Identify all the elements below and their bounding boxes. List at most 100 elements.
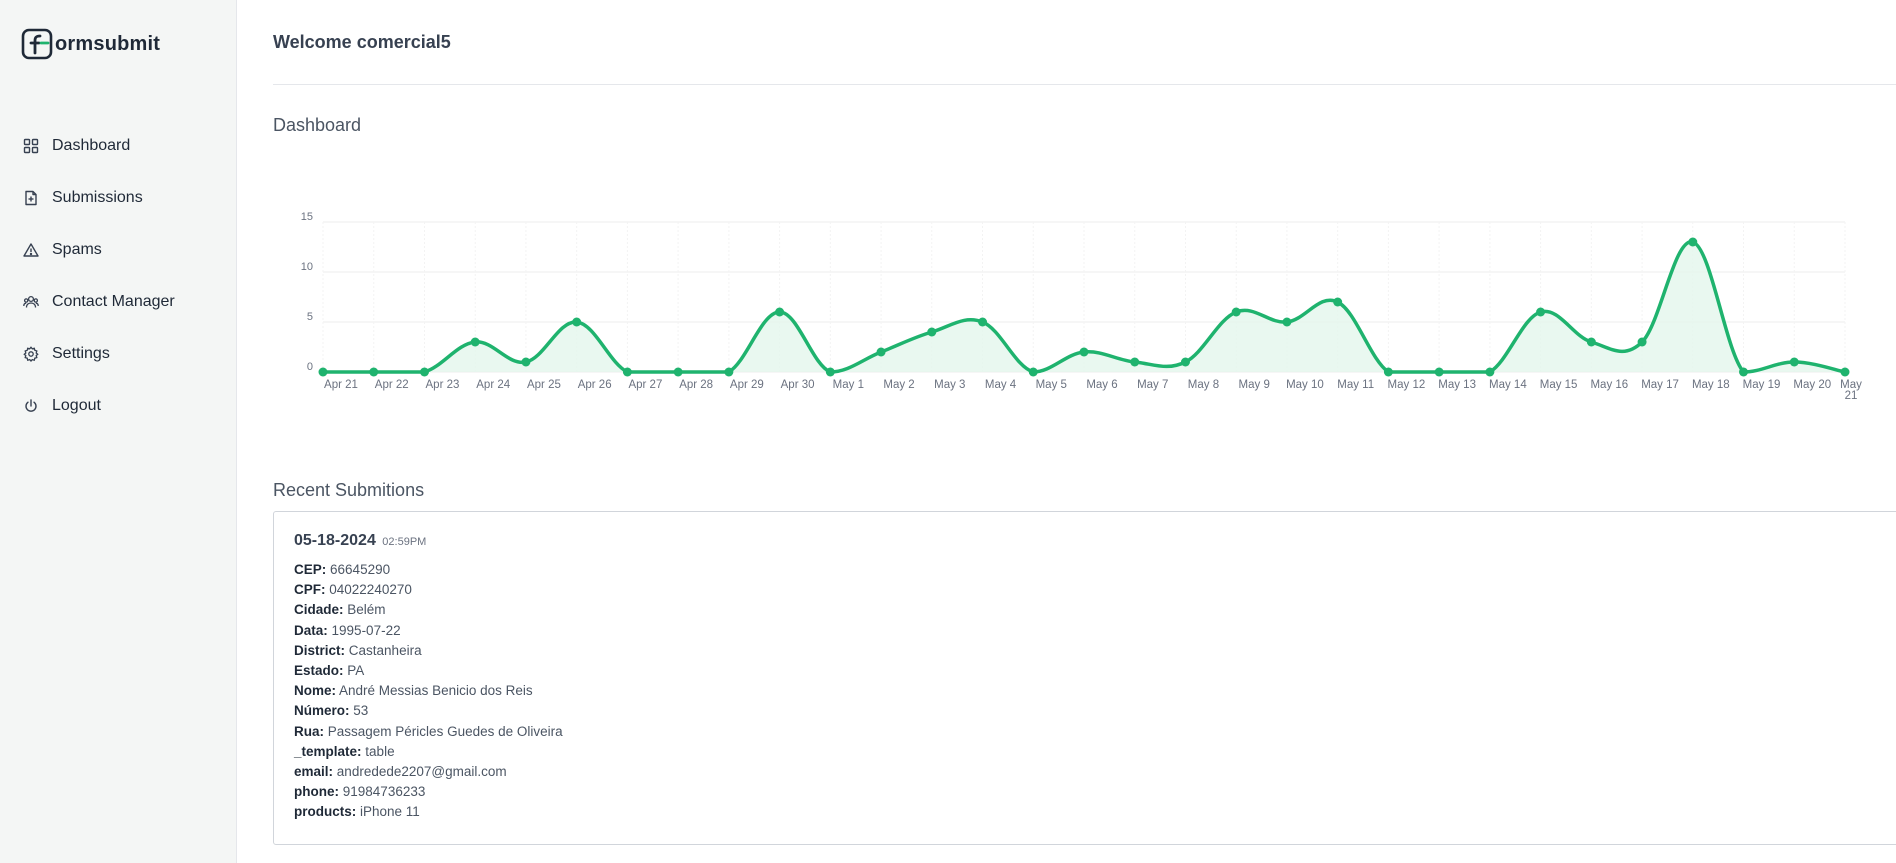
data-point <box>1536 307 1546 317</box>
x-tick-label: May 19 <box>1743 379 1781 391</box>
dashboard-title: Dashboard <box>273 115 362 135</box>
submission-time: 02:59PM <box>382 536 427 548</box>
submission-field: CEP: 66645290 <box>294 560 1879 580</box>
x-tick-label: May 21 <box>1840 379 1862 402</box>
x-tick-label: Apr 26 <box>578 379 612 391</box>
data-point <box>622 367 632 377</box>
submission-field: Rua: Passagem Péricles Guedes de Oliveir… <box>294 722 1879 742</box>
field-value: Belém <box>347 602 386 618</box>
x-tick-label: May 13 <box>1438 379 1476 391</box>
data-point <box>876 347 886 357</box>
x-tick-label: Apr 27 <box>628 379 662 391</box>
field-key: Estado: <box>294 663 344 679</box>
sidebar-item-submissions[interactable]: Submissions <box>0 172 236 224</box>
x-tick-label: May 14 <box>1489 379 1527 391</box>
field-value: Passagem Péricles Guedes de Oliveira <box>327 723 563 739</box>
x-tick-label: May 9 <box>1239 379 1270 391</box>
sidebar-item-settings[interactable]: Settings <box>0 328 236 380</box>
field-key: _template: <box>294 743 362 759</box>
field-value: Castanheira <box>348 642 422 658</box>
data-point <box>927 327 937 337</box>
data-point <box>1840 367 1850 377</box>
grid-icon <box>22 137 40 155</box>
sidebar: ormsubmit Dashboard Submissions Spams Co… <box>0 0 237 863</box>
x-tick-label: May 6 <box>1086 379 1117 391</box>
sidebar-item-label: Contact Manager <box>52 293 175 310</box>
submission-field: Nome: André Messias Benicio dos Reis <box>294 681 1879 701</box>
sidebar-item-label: Dashboard <box>52 137 131 154</box>
sidebar-item-logout[interactable]: Logout <box>0 380 236 432</box>
data-point <box>1028 367 1038 377</box>
data-point <box>1434 367 1444 377</box>
brand[interactable]: ormsubmit <box>0 0 236 64</box>
x-tick-label: Apr 24 <box>476 379 510 391</box>
submission-date-text: 05-18-2024 <box>294 532 376 549</box>
x-tick-label: Apr 22 <box>375 379 409 391</box>
recent-submissions-title: Recent Submitions <box>273 480 425 500</box>
field-value: 91984736233 <box>342 784 426 800</box>
submission-fields: CEP: 66645290 CPF: 04022240270 Cidade: Bel… <box>294 560 1879 823</box>
y-tick-label: 5 <box>307 311 313 323</box>
data-point <box>1282 317 1292 327</box>
submission-field: email: andredede2207@gmail.com <box>294 762 1879 782</box>
x-tick-label: Apr 28 <box>679 379 713 391</box>
data-point <box>1180 357 1190 367</box>
field-key: email: <box>294 764 334 780</box>
field-value: 66645290 <box>330 562 391 577</box>
x-tick-label: May 10 <box>1286 379 1324 391</box>
x-tick-label: Apr 21 <box>324 379 358 391</box>
y-tick-label: 15 <box>301 211 313 223</box>
users-icon <box>22 293 40 311</box>
data-point <box>1231 307 1241 317</box>
x-tick-label: May 5 <box>1036 379 1067 391</box>
field-key: CEP: <box>294 562 327 577</box>
field-value: 04022240270 <box>329 582 412 598</box>
x-tick-label: May 2 <box>883 379 914 391</box>
sidebar-item-dashboard[interactable]: Dashboard <box>0 120 236 172</box>
data-point <box>521 357 531 367</box>
field-key: phone: <box>294 784 339 800</box>
x-tick-label: May 20 <box>1793 379 1831 391</box>
x-tick-label: May 3 <box>934 379 965 391</box>
field-value: André Messias Benicio dos Reis <box>339 683 533 699</box>
field-value: table <box>365 743 395 759</box>
data-point <box>572 317 582 327</box>
field-key: products: <box>294 804 357 820</box>
field-key: Nome: <box>294 683 337 699</box>
data-point <box>978 317 988 327</box>
submission-field: District: Castanheira <box>294 641 1879 661</box>
submissions-chart-svg: 0 5 10 15 Apr 21 Apr 22 Apr 23 Apr 24 Apr 25 Apr … <box>301 211 1862 402</box>
data-point <box>419 367 429 377</box>
y-tick-label: 10 <box>301 261 313 273</box>
sidebar-item-spams[interactable]: Spams <box>0 224 236 276</box>
submission-field: CPF: 04022240270 <box>294 580 1879 600</box>
sidebar-item-contact-manager[interactable]: Contact Manager <box>0 276 236 328</box>
app-root: ormsubmit Dashboard Submissions Spams Co… <box>0 0 1896 863</box>
submission-card[interactable]: 05-18-2024 02:59PM CEP: 66645290 CPF: 040… <box>273 511 1896 845</box>
submission-field: phone: 91984736233 <box>294 782 1879 802</box>
data-point <box>1789 357 1799 367</box>
sidebar-item-label: Submissions <box>52 189 143 206</box>
submission-field: Cidade: Belém <box>294 600 1879 620</box>
data-point <box>470 337 480 347</box>
y-tick-label: 0 <box>307 361 313 373</box>
field-value: andredede2207@gmail.com <box>336 764 507 780</box>
field-key: Número: <box>294 703 350 719</box>
sidebar-item-label: Spams <box>52 241 102 258</box>
data-point <box>1130 357 1140 367</box>
field-value: 1995-07-22 <box>331 622 401 638</box>
submission-field: Estado: PA <box>294 661 1879 681</box>
submissions-chart: 0 5 10 15 Apr 21 Apr 22 Apr 23 Apr 24 Apr 25 Apr … <box>273 182 1896 412</box>
submission-date: 05-18-2024 02:59PM <box>294 532 1879 550</box>
field-key: Data: <box>294 622 328 638</box>
data-point <box>318 367 328 377</box>
submission-field: Data: 1995-07-22 <box>294 621 1879 641</box>
data-point <box>1079 347 1089 357</box>
main-content: Welcome comercial5 Dashboard 0 5 10 15 Apr 2… <box>237 0 1896 863</box>
field-key: Rua: <box>294 723 324 739</box>
x-tick-label: May 1 <box>833 379 864 391</box>
data-point <box>1739 367 1749 377</box>
x-tick-label: May 17 <box>1641 379 1679 391</box>
submission-field: products: iPhone 11 <box>294 802 1879 822</box>
x-tick-label: Apr 30 <box>781 379 815 391</box>
